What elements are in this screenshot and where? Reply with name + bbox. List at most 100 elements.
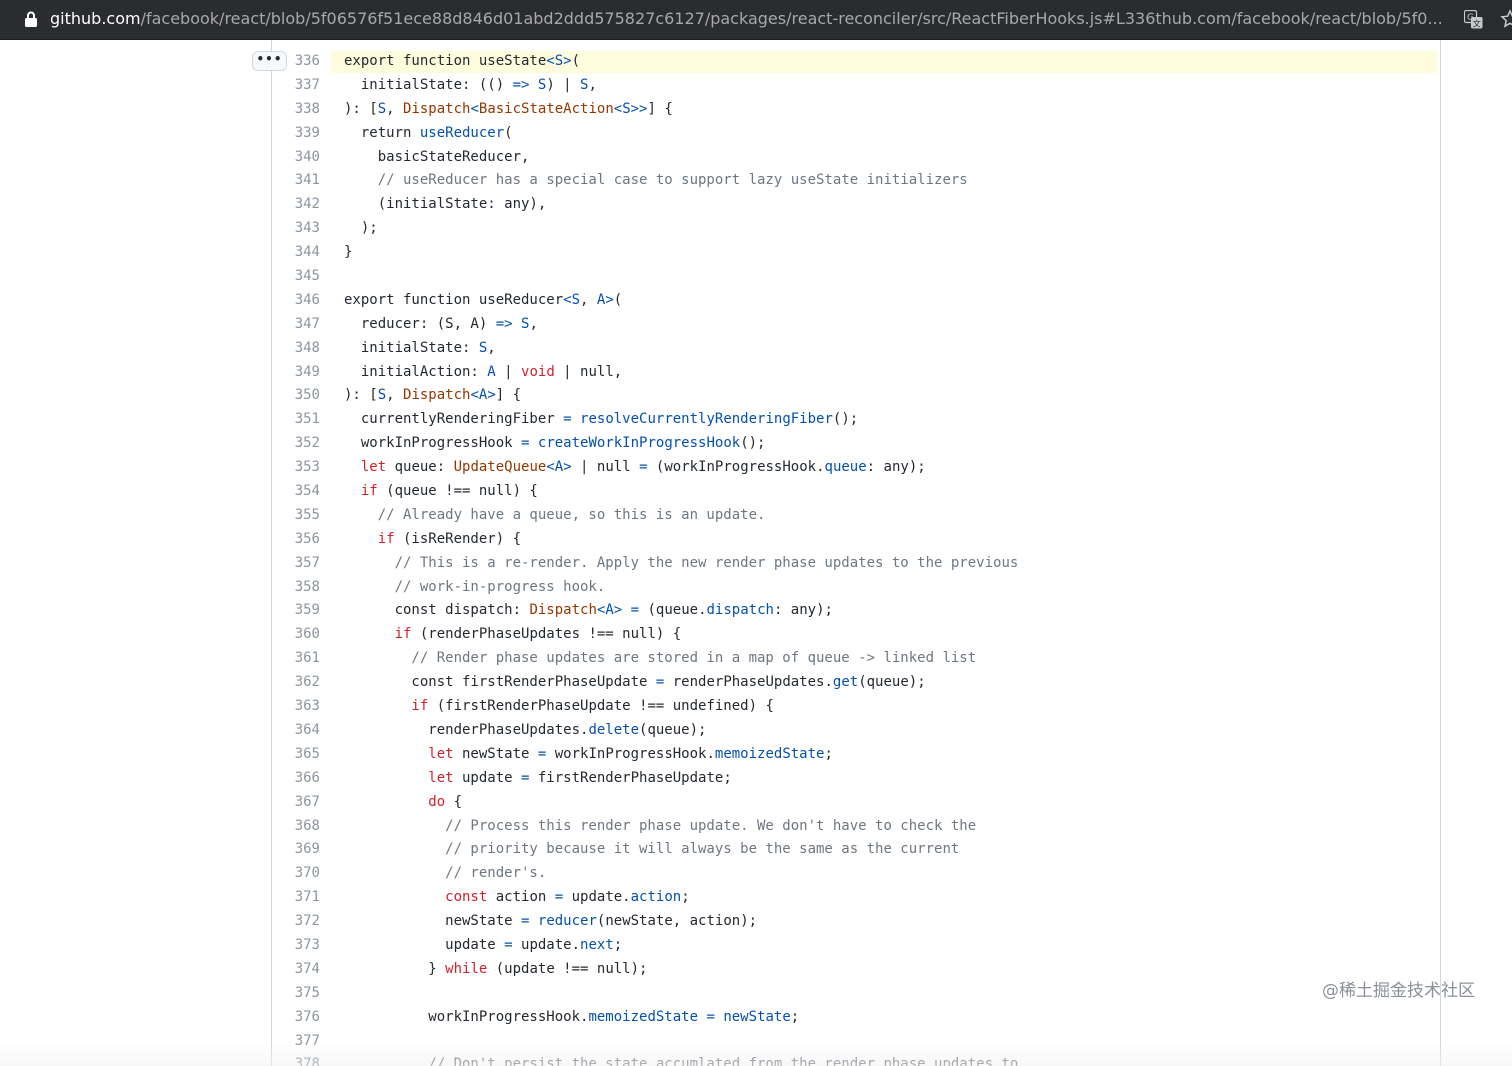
code-token: // Render phase updates are stored in a … [344, 650, 977, 667]
svg-text:文: 文 [1473, 19, 1481, 29]
translate-icon[interactable]: G 文 [1464, 10, 1483, 29]
line-number[interactable]: 342 [280, 193, 320, 217]
code-token: // This is a re-render. Apply the new re… [344, 554, 1019, 571]
code-token: > [487, 387, 496, 404]
line-number[interactable]: 370 [280, 862, 320, 886]
line-number[interactable]: 352 [280, 432, 320, 456]
code-text: export function useReducer<S, A>( [344, 289, 622, 313]
line-number[interactable]: 372 [280, 910, 320, 934]
line-number[interactable]: 343 [280, 217, 320, 241]
code-token: } [344, 960, 446, 977]
code-token: // Don't persist the state accumlated fr… [344, 1056, 1019, 1066]
line-number[interactable]: 339 [280, 122, 320, 146]
star-icon[interactable] [1500, 9, 1512, 29]
code-text: const dispatch: Dispatch<A> = (queue.dis… [344, 599, 833, 623]
code-text: update = update.next; [344, 934, 622, 958]
code-line: 342 (initialState: any), [0, 193, 1440, 217]
line-number[interactable]: 351 [280, 408, 320, 432]
line-number[interactable]: 350 [280, 384, 320, 408]
code-text: // render's. [344, 862, 546, 886]
line-number[interactable]: 346 [280, 289, 320, 313]
line-number[interactable]: 363 [280, 695, 320, 719]
line-number[interactable]: 361 [280, 647, 320, 671]
line-number[interactable]: 358 [280, 576, 320, 600]
code-text: if (isReRender) { [344, 528, 521, 552]
code-token: : any); [773, 602, 833, 619]
github-file-page: ••• 336 export function useState<S>(337 i… [0, 40, 1512, 1066]
code-line: 366 let update = firstRenderPhaseUpdate; [0, 767, 1440, 791]
line-number[interactable]: 376 [280, 1006, 320, 1030]
line-number[interactable]: 374 [280, 958, 320, 982]
code-token: const firstRenderPhaseUpdate [344, 674, 656, 691]
code-token: ) | [546, 76, 581, 93]
line-number[interactable]: 377 [280, 1030, 320, 1054]
line-number[interactable]: 353 [280, 456, 320, 480]
line-number[interactable]: 340 [280, 146, 320, 170]
url-text[interactable]: github.com/facebook/react/blob/5f06576f5… [50, 9, 1450, 29]
code-token: ( [613, 291, 623, 308]
line-number[interactable]: 355 [280, 504, 320, 528]
line-number[interactable]: 357 [280, 552, 320, 576]
code-token: delete [588, 721, 640, 738]
code-token: // priority because it will always be th… [344, 841, 960, 858]
line-number[interactable]: 371 [280, 886, 320, 910]
code-token: // Process this render phase update. We … [344, 817, 977, 834]
line-number[interactable]: 360 [280, 623, 320, 647]
code-token: => [495, 315, 513, 332]
code-token: = [706, 1008, 715, 1025]
line-number[interactable]: 356 [280, 528, 320, 552]
code-line: 378 // Don't persist the state accumlate… [0, 1053, 1440, 1066]
code-token: | null [571, 459, 640, 476]
code-token: > [613, 602, 623, 619]
url-path: /facebook/react/blob/5f06576f51ece88d846… [140, 9, 1443, 28]
code-text: let update = firstRenderPhaseUpdate; [344, 767, 731, 791]
line-number[interactable]: 347 [280, 313, 320, 337]
code-token: update [344, 936, 505, 953]
line-number[interactable]: 362 [280, 671, 320, 695]
line-number[interactable]: 367 [280, 791, 320, 815]
code-token: update. [563, 889, 631, 906]
code-token: return [344, 124, 420, 141]
code-token: // useReducer has a special case to supp… [344, 172, 968, 189]
code-token: ( [504, 124, 513, 141]
code-token: resolveCurrentlyRenderingFiber [580, 411, 833, 428]
line-number[interactable]: 345 [280, 265, 320, 289]
code-line: 340 basicStateReducer, [0, 146, 1440, 170]
line-number[interactable]: 369 [280, 838, 320, 862]
code-token: renderPhaseUpdates. [344, 721, 589, 738]
lock-icon[interactable] [24, 11, 38, 27]
code-line: 368 // Process this render phase update.… [0, 815, 1440, 839]
code-token: , [386, 387, 404, 404]
line-number[interactable]: 366 [280, 767, 320, 791]
line-number[interactable]: 365 [280, 743, 320, 767]
line-number[interactable]: 368 [280, 815, 320, 839]
code-token: let [344, 769, 454, 786]
line-number[interactable]: 336 [280, 50, 320, 74]
code-token: < [563, 291, 572, 308]
code-token: (initialState: any), [344, 196, 547, 213]
code-token: workInProgressHook [344, 435, 522, 452]
code-token: > [605, 291, 614, 308]
code-line: 377 [0, 1030, 1440, 1054]
line-number[interactable]: 337 [280, 74, 320, 98]
code-text: // work-in-progress hook. [344, 576, 606, 600]
line-number[interactable]: 344 [280, 241, 320, 265]
line-number[interactable]: 348 [280, 337, 320, 361]
browser-address-bar[interactable]: github.com/facebook/react/blob/5f06576f5… [0, 0, 1512, 40]
line-number[interactable]: 375 [280, 982, 320, 1006]
code-token: if [344, 626, 412, 643]
code-line: 353 let queue: UpdateQueue<A> | null = (… [0, 456, 1440, 480]
code-line: 363 if (firstRenderPhaseUpdate !== undef… [0, 695, 1440, 719]
line-number[interactable]: 359 [280, 599, 320, 623]
line-number[interactable]: 341 [280, 169, 320, 193]
line-number[interactable]: 378 [280, 1053, 320, 1066]
line-number[interactable]: 364 [280, 719, 320, 743]
line-number[interactable]: 354 [280, 480, 320, 504]
line-number[interactable]: 338 [280, 98, 320, 122]
code-token: next [580, 936, 614, 953]
line-number[interactable]: 373 [280, 934, 320, 958]
code-line: 362 const firstRenderPhaseUpdate = rende… [0, 671, 1440, 695]
line-number[interactable]: 349 [280, 361, 320, 385]
code-token: ( [571, 53, 581, 69]
code-token: (update !== null); [487, 960, 648, 977]
